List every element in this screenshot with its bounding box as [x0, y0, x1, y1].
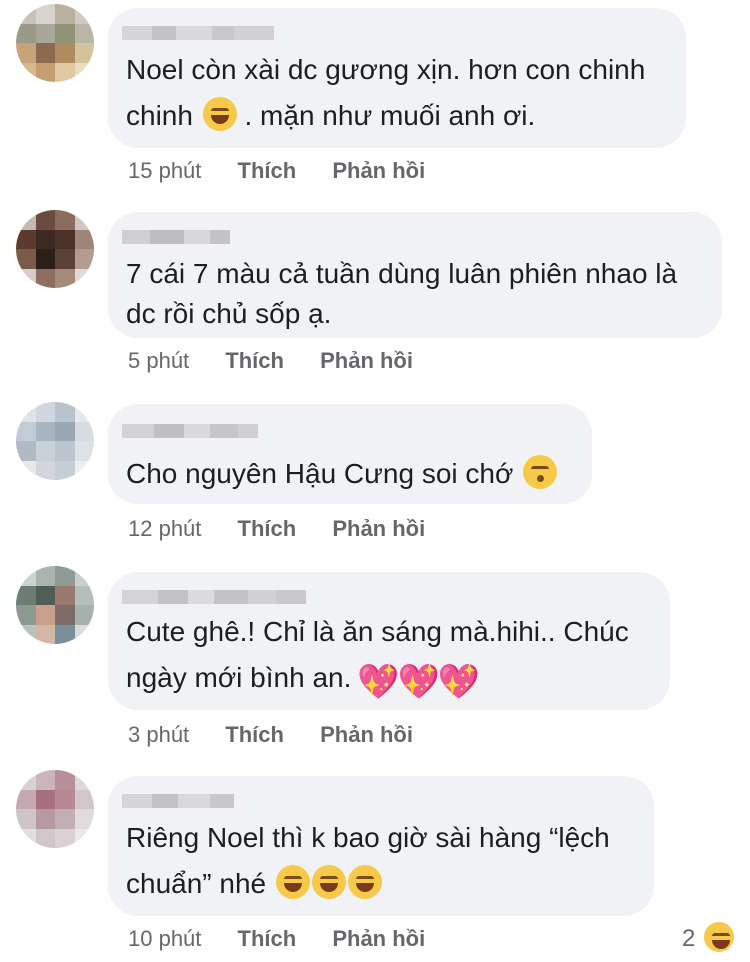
comment-meta: 12 phút Thích Phản hồi	[128, 516, 425, 542]
avatar[interactable]	[16, 210, 94, 288]
avatar[interactable]	[16, 402, 94, 480]
comment-text: Noel còn xài dc gương xịn. hơn con chinh	[126, 54, 646, 85]
like-button[interactable]: Thích	[225, 722, 284, 747]
timestamp[interactable]: 12 phút	[128, 516, 201, 541]
author-name-blurred[interactable]	[122, 230, 230, 244]
like-button[interactable]: Thích	[238, 516, 297, 541]
author-name-blurred[interactable]	[122, 26, 274, 40]
avatar[interactable]	[16, 4, 94, 82]
author-name-blurred[interactable]	[122, 590, 306, 604]
haha-reaction-icon	[704, 922, 734, 952]
sparkling-heart-icon: 💖	[357, 662, 400, 702]
kissing-emoji-icon	[523, 455, 558, 489]
comment-text: Cute ghê.! Chỉ là ăn sáng mà.hihi.. Chúc	[126, 616, 629, 647]
reply-button[interactable]: Phản hồi	[320, 348, 413, 373]
comment-text: dc rồi chủ sốp ạ.	[126, 298, 332, 329]
comment-text: 7 cái 7 màu cả tuần dùng luân phiên nhao…	[126, 258, 678, 289]
comment-meta: 10 phút Thích Phản hồi	[128, 926, 425, 952]
comment-text-line: chuẩn” nhé	[126, 868, 267, 899]
comment-text: chuẩn” nhé	[126, 862, 382, 906]
rofl-emoji-icon	[311, 865, 346, 899]
comment-text: chinh . mặn như muối anh ơi.	[126, 94, 535, 138]
comment-text: Cho nguyên Hậu Cưng soi chớ	[126, 452, 558, 496]
timestamp[interactable]: 5 phút	[128, 348, 189, 373]
timestamp[interactable]: 10 phút	[128, 926, 201, 951]
author-name-blurred[interactable]	[122, 794, 234, 808]
comment-meta: 15 phút Thích Phản hồi	[128, 158, 425, 184]
rofl-emoji-icon	[275, 865, 310, 899]
comment-text-line: Cho nguyên Hậu Cưng soi chớ	[126, 458, 514, 489]
comment-text-line: chinh	[126, 100, 193, 131]
like-button[interactable]: Thích	[238, 926, 297, 951]
timestamp[interactable]: 3 phút	[128, 722, 189, 747]
reply-button[interactable]: Phản hồi	[320, 722, 413, 747]
reply-button[interactable]: Phản hồi	[332, 158, 425, 183]
like-button[interactable]: Thích	[238, 158, 297, 183]
author-name-blurred[interactable]	[122, 424, 258, 438]
comment-text-line: ngày mới bình an.	[126, 662, 352, 693]
avatar[interactable]	[16, 770, 94, 848]
comment-meta: 5 phút Thích Phản hồi	[128, 348, 413, 374]
rofl-emoji-icon	[347, 865, 382, 899]
comment-meta: 3 phút Thích Phản hồi	[128, 722, 413, 748]
reply-button[interactable]: Phản hồi	[332, 926, 425, 951]
comment-text: Riêng Noel thì k bao giờ sài hàng “lệch	[126, 822, 610, 853]
like-button[interactable]: Thích	[225, 348, 284, 373]
comment-text-line: . mặn như muối anh ơi.	[244, 100, 536, 131]
reply-button[interactable]: Phản hồi	[332, 516, 425, 541]
sparkling-heart-icon: 💖	[437, 662, 481, 702]
reaction-count: 2	[681, 925, 696, 952]
comment-text: ngày mới bình an. 💖💖💖	[126, 656, 480, 700]
reaction-summary[interactable]: 2	[682, 922, 734, 953]
timestamp[interactable]: 15 phút	[128, 158, 201, 183]
sparkling-heart-icon: 💖	[397, 662, 440, 702]
avatar[interactable]	[16, 566, 94, 644]
laughing-emoji-icon	[202, 97, 237, 131]
